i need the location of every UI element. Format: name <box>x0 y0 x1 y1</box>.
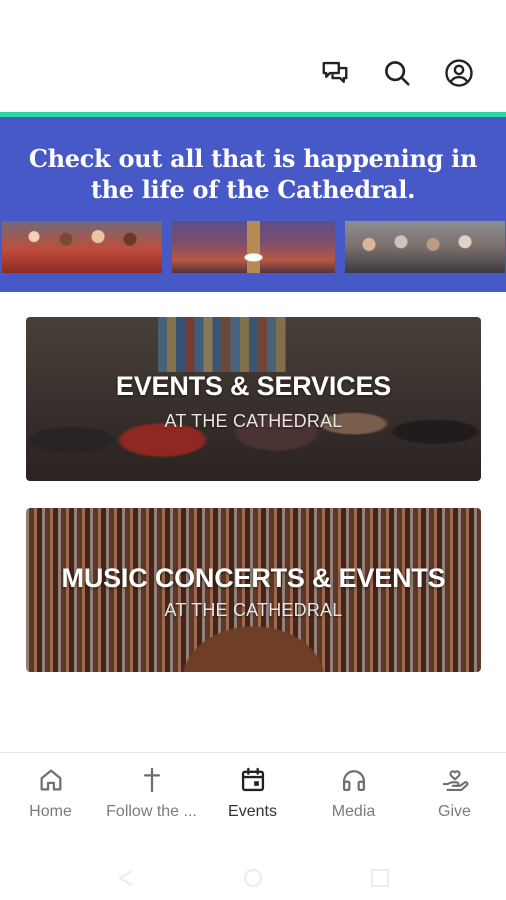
nav-item-events[interactable]: Events <box>202 765 303 829</box>
chat-icon[interactable] <box>318 56 352 90</box>
nav-label: Give <box>438 803 471 820</box>
account-icon[interactable] <box>442 56 476 90</box>
top-app-bar <box>0 0 506 112</box>
card-title: MUSIC CONCERTS & EVENTS <box>61 563 446 593</box>
hero-photo-choir <box>2 221 162 273</box>
card-title: EVENTS & SERVICES <box>115 371 392 401</box>
nav-item-home[interactable]: Home <box>0 765 101 829</box>
hero-headline: Check out all that is happening in the l… <box>0 143 506 205</box>
card-subtitle: AT THE CATHEDRAL <box>164 411 343 431</box>
recents-icon[interactable] <box>368 868 392 888</box>
nav-label: Follow the ... <box>106 803 197 820</box>
hero-banner[interactable]: Check out all that is happening in the l… <box>0 112 506 292</box>
hero-photo-congregation <box>345 221 505 273</box>
hero-headline-line2: the life of the Cathedral. <box>90 175 416 204</box>
hero-photo-altar <box>172 221 335 273</box>
nav-label: Events <box>228 803 277 820</box>
card-subtitle: AT THE CATHEDRAL <box>164 600 343 620</box>
system-navigation-bar <box>0 856 506 900</box>
home-system-icon[interactable] <box>241 868 265 888</box>
nav-item-media[interactable]: Media <box>303 765 404 829</box>
music-concerts-card[interactable]: MUSIC CONCERTS & EVENTS AT THE CATHEDRAL <box>26 508 481 672</box>
back-icon[interactable] <box>112 868 140 888</box>
events-services-card[interactable]: EVENTS & SERVICES AT THE CATHEDRAL <box>26 317 481 481</box>
nav-item-follow[interactable]: Follow the ... <box>101 765 202 829</box>
headphones-icon <box>339 765 369 795</box>
home-icon <box>36 765 66 795</box>
give-icon <box>440 765 470 795</box>
hero-accent-stripe <box>0 112 506 117</box>
hero-headline-line1: Check out all that is happening in <box>28 144 478 173</box>
nav-item-give[interactable]: Give <box>404 765 505 829</box>
cross-icon <box>137 765 167 795</box>
nav-label: Media <box>331 803 376 820</box>
search-icon[interactable] <box>380 56 414 90</box>
nav-label: Home <box>29 803 72 820</box>
calendar-icon <box>238 765 268 795</box>
